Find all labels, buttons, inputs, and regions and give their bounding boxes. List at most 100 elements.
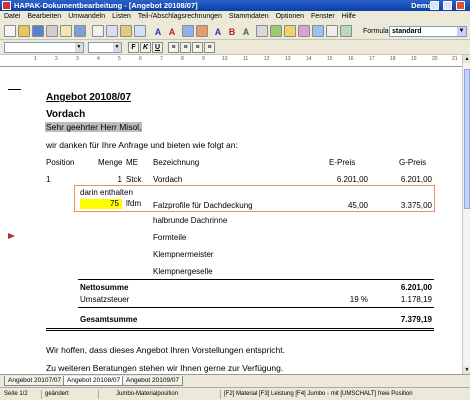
- align-center-button[interactable]: ≡: [180, 42, 191, 53]
- chevron-down-icon[interactable]: ▼: [75, 43, 83, 52]
- undo-icon[interactable]: [134, 25, 146, 37]
- subposition-quantity-input[interactable]: 75: [110, 199, 119, 208]
- app-icon: [2, 1, 11, 10]
- header-description: Bezeichnung: [153, 158, 200, 167]
- print-icon[interactable]: [46, 25, 58, 37]
- font-family-select[interactable]: ▼: [4, 42, 84, 53]
- salutation[interactable]: Sehr geehrter Herr Misol,: [45, 122, 143, 132]
- ruler-number: 7: [160, 56, 163, 62]
- text-c-icon[interactable]: A: [240, 26, 252, 38]
- text-b-icon[interactable]: B: [226, 26, 238, 38]
- paste-icon[interactable]: [120, 25, 132, 37]
- image-icon[interactable]: [298, 25, 310, 37]
- subposition-total-price: 3.375,00: [400, 201, 432, 210]
- menu-bar: Datei Bearbeiten Umwandeln Listen Teil-/…: [0, 11, 470, 22]
- chevron-down-icon[interactable]: ▼: [113, 43, 121, 52]
- calc-icon[interactable]: [270, 25, 282, 37]
- row-marker-icon: [8, 233, 15, 239]
- vat-label: Umsatzsteuer: [80, 295, 130, 304]
- cut-icon[interactable]: [92, 25, 104, 37]
- sub-item[interactable]: Formteile: [153, 233, 186, 242]
- text-a-icon[interactable]: A: [212, 26, 224, 38]
- save-icon[interactable]: [32, 25, 44, 37]
- align-left-button[interactable]: ≡: [168, 42, 179, 53]
- minimize-button[interactable]: [430, 1, 439, 10]
- leistung-icon[interactable]: [182, 25, 194, 37]
- tab-angebot-20109[interactable]: Angebot 20109/07: [122, 376, 184, 386]
- formular-select[interactable]: standard ▼: [389, 26, 467, 37]
- menu-hilfe[interactable]: Hilfe: [342, 11, 356, 22]
- copy-icon[interactable]: [106, 25, 118, 37]
- close-button[interactable]: [456, 1, 465, 10]
- position-number: 1: [46, 175, 51, 184]
- totals-rule: [46, 328, 434, 329]
- mail-icon[interactable]: [74, 25, 86, 37]
- table-icon[interactable]: [256, 25, 268, 37]
- closing-text[interactable]: Zu weiteren Beratungen stehen wir Ihnen …: [46, 363, 283, 373]
- totals-rule: [46, 330, 434, 331]
- ruler-number: 4: [97, 56, 100, 62]
- material-a-icon[interactable]: A: [152, 26, 164, 38]
- closing-text[interactable]: Wir hoffen, dass dieses Angebot Ihren Vo…: [46, 345, 285, 355]
- status-hint: [F2] Material [F3] Leistung [F4] Jumbo -…: [224, 391, 413, 397]
- chevron-down-icon[interactable]: ▼: [457, 27, 466, 36]
- bold-button[interactable]: F: [128, 42, 139, 53]
- ruler-number: 8: [181, 56, 184, 62]
- menu-optionen[interactable]: Optionen: [276, 11, 304, 22]
- position-total-price: 6.201,00: [400, 175, 432, 184]
- sub-item[interactable]: Klempnermeister: [153, 250, 213, 259]
- header-unit: ME: [126, 158, 138, 167]
- material-b-icon[interactable]: A: [166, 26, 178, 38]
- maximize-button[interactable]: [443, 1, 452, 10]
- jumbo-icon[interactable]: [196, 25, 208, 37]
- sub-item[interactable]: halbrunde Dachrinne: [153, 216, 227, 225]
- open-folder-icon[interactable]: [18, 25, 30, 37]
- italic-button[interactable]: K: [140, 42, 151, 53]
- menu-umwandeln[interactable]: Umwandeln: [68, 11, 105, 22]
- align-right-button[interactable]: ≡: [192, 42, 203, 53]
- ruler-number: 21: [452, 56, 458, 62]
- ruler-number: 19: [411, 56, 417, 62]
- tab-angebot-20108[interactable]: Angebot 20108/07: [63, 376, 125, 386]
- help-icon[interactable]: [326, 25, 338, 37]
- document-title: Angebot 20108/07: [46, 92, 132, 103]
- status-state: geändert: [45, 391, 69, 397]
- new-document-icon[interactable]: [4, 25, 16, 37]
- intro-text[interactable]: wir danken für Ihre Anfrage und bieten w…: [46, 140, 238, 150]
- document-page[interactable]: Angebot 20108/07 Vordach Sehr geehrter H…: [0, 67, 462, 374]
- sub-item[interactable]: Klempnergeselle: [153, 267, 213, 276]
- menu-abschlagsrechnungen[interactable]: Teil-/Abschlagsrechnungen: [138, 11, 222, 22]
- included-label: darin enthalten: [80, 188, 133, 197]
- sum-icon[interactable]: [312, 25, 324, 37]
- position-unit: Stck: [126, 175, 142, 184]
- header-unit-price: E-Preis: [329, 158, 356, 167]
- scroll-down-icon[interactable]: ▼: [463, 366, 470, 374]
- header-quantity: Menge: [98, 158, 123, 167]
- vertical-scrollbar[interactable]: ▲ ▼: [462, 55, 470, 374]
- menu-listen[interactable]: Listen: [112, 11, 131, 22]
- exit-icon[interactable]: [340, 25, 352, 37]
- tab-angebot-20107[interactable]: Angebot 20107/07: [4, 376, 66, 386]
- menu-bearbeiten[interactable]: Bearbeiten: [27, 11, 61, 22]
- main-toolbar: A A A B A Formular standard ▼: [0, 23, 470, 40]
- ruler-number: 2: [55, 56, 58, 62]
- justify-button[interactable]: ≡: [204, 42, 215, 53]
- status-separator: [41, 390, 42, 399]
- print-preview-icon[interactable]: [60, 25, 72, 37]
- font-size-select[interactable]: ▼: [88, 42, 122, 53]
- vat-value: 1.178,19: [400, 295, 432, 304]
- ruler-number: 18: [390, 56, 396, 62]
- menu-fenster[interactable]: Fenster: [311, 11, 335, 22]
- net-label: Nettosumme: [80, 283, 129, 292]
- status-page: Seite 1/2: [4, 391, 28, 397]
- scroll-thumb[interactable]: [464, 69, 470, 209]
- ruler-number: 17: [369, 56, 375, 62]
- menu-stammdaten[interactable]: Stammdaten: [229, 11, 269, 22]
- menu-datei[interactable]: Datei: [4, 11, 20, 22]
- underline-button[interactable]: U: [152, 42, 163, 53]
- ruler-number: 16: [348, 56, 354, 62]
- notes-icon[interactable]: [284, 25, 296, 37]
- ruler-number: 20: [432, 56, 438, 62]
- scroll-up-icon[interactable]: ▲: [463, 55, 470, 63]
- gross-value: 7.379,19: [400, 315, 432, 324]
